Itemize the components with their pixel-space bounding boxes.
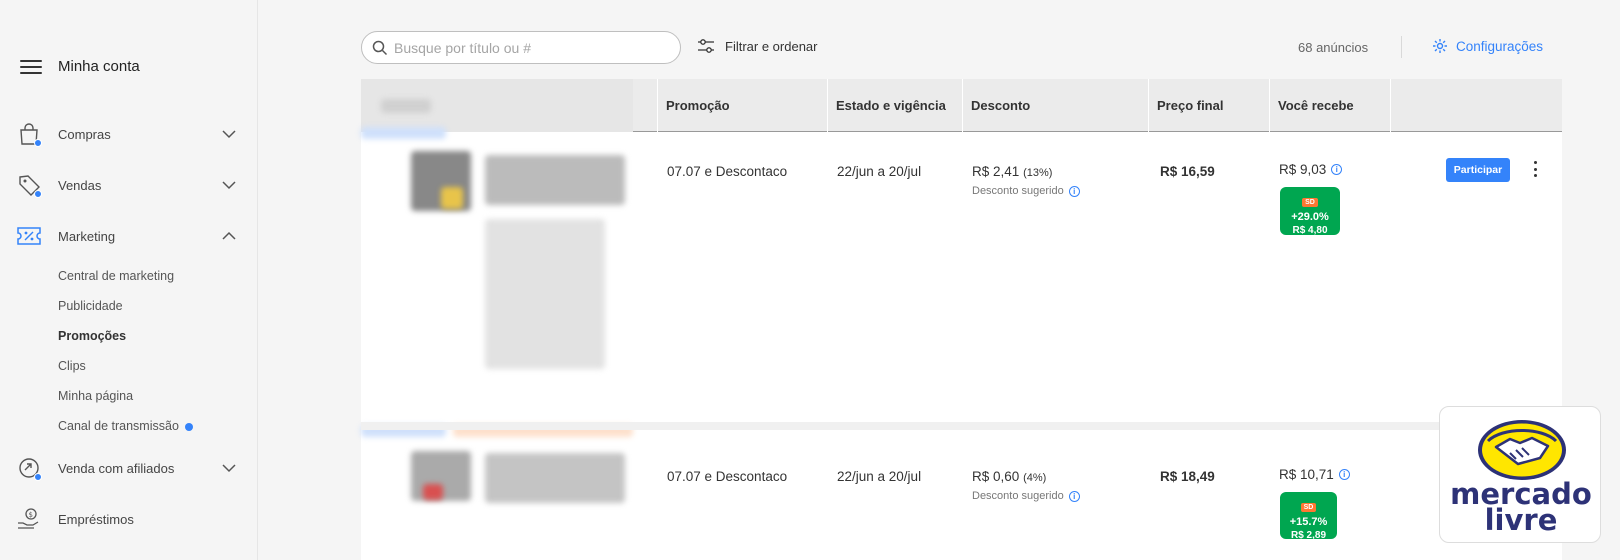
hamburger-menu-icon[interactable] — [20, 59, 42, 74]
settings-link[interactable]: Configurações — [1432, 38, 1543, 54]
sidebar-item-label: Venda com afiliados — [58, 460, 175, 476]
cell-promocao: 07.07 e Descontaco — [667, 469, 788, 484]
sidebar-item-label: Marketing — [58, 228, 116, 244]
column-header-promocao: Promoção — [657, 79, 827, 132]
search-icon — [372, 40, 388, 55]
promotions-table: Promoção Estado e vigência Desconto Preç… — [361, 79, 1562, 560]
info-icon[interactable]: i — [1068, 185, 1080, 197]
sidebar-item-emprestimos[interactable]: $ Empréstimos — [16, 503, 238, 535]
info-icon[interactable]: i — [1331, 164, 1343, 175]
filter-sort-button[interactable]: Filtrar e ordenar — [697, 38, 817, 54]
sidebar-item-vendas[interactable]: Vendas — [16, 169, 238, 201]
sidebar-sub-clips[interactable]: Clips — [58, 359, 86, 373]
sidebar-item-label: Vendas — [58, 177, 102, 193]
chevron-up-icon[interactable] — [220, 227, 238, 245]
receive-value: R$ 9,03 — [1279, 162, 1327, 177]
product-thumbnail-accent — [441, 187, 463, 209]
badge-tag: SD — [1300, 503, 1317, 512]
earnings-badge: SD +29.0% R$ 4,80 — [1280, 187, 1340, 236]
sidebar-sub-label: Canal de transmissão — [58, 419, 179, 433]
blurred-tag — [361, 127, 446, 139]
row-separator — [361, 422, 1562, 430]
badge-tag: SD — [1302, 198, 1318, 207]
sidebar-item-label: Compras — [58, 126, 111, 142]
blurred-title — [485, 155, 625, 205]
discount-value: R$ 2,41 — [972, 164, 1020, 179]
settings-label: Configurações — [1456, 38, 1544, 54]
sidebar-sub-promocoes[interactable]: Promoções — [58, 329, 126, 343]
sidebar-sub-central-marketing[interactable]: Central de marketing — [58, 269, 174, 283]
sliders-icon — [698, 39, 714, 53]
discount-note-label: Desconto sugerido — [972, 185, 1064, 197]
discount-percent: (4%) — [1023, 472, 1047, 484]
sidebar-item-label: Empréstimos — [58, 511, 134, 527]
listing-count: 68 anúncios — [1298, 40, 1369, 55]
column-header-estado: Estado e vigência — [827, 79, 962, 132]
cell-desconto: R$ 2,41 (13%) — [972, 164, 1052, 179]
sidebar-item-marketing[interactable]: Marketing — [16, 220, 238, 252]
shopping-bag-icon — [16, 121, 42, 147]
cell-preco-final: R$ 16,59 — [1160, 164, 1215, 179]
badge-percent: +15.7% — [1289, 516, 1328, 528]
chevron-down-icon[interactable] — [220, 459, 238, 477]
sidebar-title: Minha conta — [58, 58, 140, 75]
chevron-down-icon[interactable] — [220, 125, 238, 143]
discount-percent: (13%) — [1023, 167, 1053, 179]
discount-note: Desconto sugerido i — [972, 490, 1080, 502]
badge-amount: R$ 4,80 — [1292, 225, 1328, 236]
sidebar-sub-publicidade[interactable]: Publicidade — [58, 299, 123, 313]
column-header-preco-final: Preço final — [1148, 79, 1269, 132]
sidebar-sub-canal-transmissao[interactable]: Canal de transmissão — [58, 419, 193, 433]
search-input[interactable] — [394, 39, 654, 56]
product-thumbnail-accent — [423, 484, 443, 500]
search-box[interactable] — [361, 31, 681, 64]
mercado-livre-logo: mercado livre — [1439, 406, 1601, 543]
sidebar: Minha conta Compras Vendas Marketing Cen… — [0, 0, 258, 560]
blurred-header — [381, 99, 431, 113]
discount-note-label: Desconto sugerido — [972, 490, 1064, 502]
column-header-desconto: Desconto — [962, 79, 1148, 132]
info-icon[interactable]: i — [1068, 490, 1080, 502]
receive-value: R$ 10,71 — [1279, 467, 1334, 482]
earnings-badge: SD +15.7% R$ 2,89 — [1280, 492, 1337, 541]
cell-vigencia: 22/jun a 20/jul — [837, 469, 922, 484]
tag-icon — [16, 172, 42, 198]
filter-sort-label: Filtrar e ordenar — [725, 38, 818, 54]
chevron-down-icon[interactable] — [220, 176, 238, 194]
toolbar-divider — [1401, 36, 1402, 58]
more-options-icon[interactable] — [1530, 161, 1540, 177]
cell-desconto: R$ 0,60 (4%) — [972, 469, 1046, 484]
blurred-details — [485, 219, 605, 369]
sidebar-item-afiliados[interactable]: Venda com afiliados — [16, 452, 238, 484]
badge-percent: +29.0% — [1291, 211, 1329, 223]
discount-note: Desconto sugerido i — [972, 185, 1080, 197]
gear-icon — [1433, 39, 1447, 53]
cell-voce-recebe: R$ 9,03 i — [1279, 162, 1343, 177]
blurred-title — [485, 453, 625, 503]
info-icon[interactable]: i — [1338, 469, 1350, 480]
handshake-icon — [1478, 420, 1566, 480]
product-column-blurred — [361, 79, 633, 560]
logo-text-line2: livre — [1484, 503, 1558, 537]
sidebar-header: Minha conta — [20, 58, 140, 75]
discount-value: R$ 0,60 — [972, 469, 1020, 484]
svg-text:$: $ — [29, 511, 33, 519]
badge-amount: R$ 2,89 — [1290, 530, 1327, 541]
column-header-actions — [1390, 79, 1562, 132]
sidebar-item-compras[interactable]: Compras — [16, 118, 238, 150]
loan-hand-icon: $ — [16, 506, 42, 532]
column-header-voce-recebe: Você recebe — [1269, 79, 1390, 132]
affiliate-icon — [16, 455, 42, 481]
cell-vigencia: 22/jun a 20/jul — [837, 164, 922, 179]
cell-preco-final: R$ 18,49 — [1160, 469, 1215, 484]
cell-voce-recebe: R$ 10,71 i — [1279, 467, 1350, 482]
participate-button[interactable]: Participar — [1446, 158, 1510, 182]
ticket-discount-icon — [16, 223, 42, 249]
sidebar-sub-minha-pagina[interactable]: Minha página — [58, 389, 133, 403]
notification-dot — [184, 422, 193, 431]
cell-promocao: 07.07 e Descontaco — [667, 164, 788, 179]
